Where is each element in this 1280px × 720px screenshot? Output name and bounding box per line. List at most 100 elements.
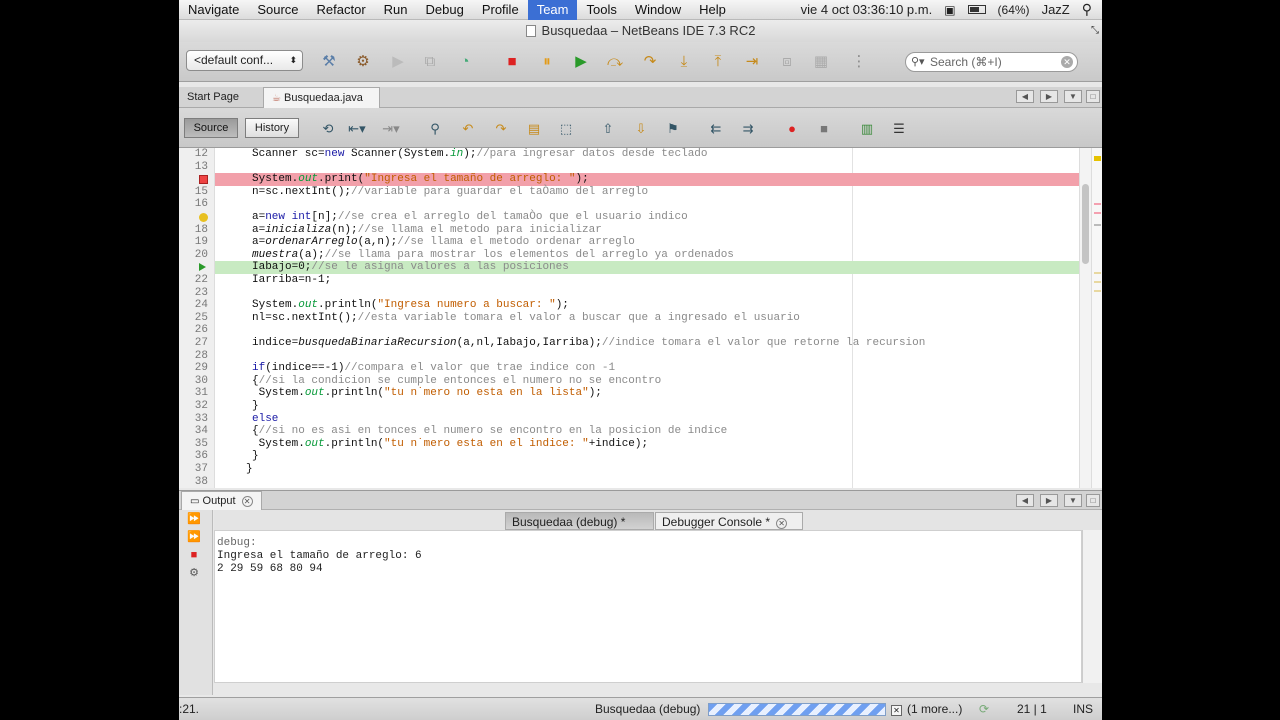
- code-line[interactable]: nl=sc.nextInt();//esta variable tomara e…: [215, 312, 1079, 325]
- scroll-thumb[interactable]: [1082, 184, 1089, 264]
- more-icon[interactable]: ⋮: [848, 50, 870, 72]
- code-line[interactable]: a=inicializa(n);//se llama el metodo par…: [215, 224, 1079, 237]
- shift-left-icon[interactable]: ⇇: [707, 120, 725, 138]
- resize-icon[interactable]: ⤡: [1091, 20, 1099, 42]
- line-number[interactable]: 13: [195, 161, 208, 174]
- code-line[interactable]: }: [215, 450, 1079, 463]
- stripe-mark[interactable]: [1094, 281, 1101, 283]
- code-line[interactable]: Iabajo=0;//se le asigna valores a las po…: [215, 261, 1079, 274]
- line-gutter[interactable]: 12 13 15 16 18 19 20 22 23 24 25 26 27 28 29 30 31 32 33 34…: [179, 148, 215, 488]
- code-line[interactable]: n=sc.nextInt();//variable para guardar e…: [215, 186, 1079, 199]
- code-line[interactable]: [215, 287, 1079, 300]
- calendar-icon[interactable]: ▣: [944, 3, 955, 17]
- search-input[interactable]: ⚲▾ Search (⌘+I) ✕: [905, 52, 1078, 72]
- find-next-icon[interactable]: ↷: [492, 120, 510, 138]
- menu-debug[interactable]: Debug: [417, 0, 473, 20]
- stripe-breakpoint[interactable]: [1094, 212, 1101, 214]
- clean-build-icon[interactable]: ⚒: [318, 50, 340, 72]
- apply-code-changes-icon[interactable]: ⧈: [776, 50, 798, 72]
- hint-bulb-icon[interactable]: [199, 213, 208, 222]
- line-number[interactable]: 34: [195, 425, 208, 438]
- step-into-icon[interactable]: ⤓: [673, 50, 695, 72]
- code-line[interactable]: System.out.println("tu n˙mero esta en el…: [215, 438, 1079, 451]
- stripe-mark[interactable]: [1094, 290, 1101, 292]
- code-line[interactable]: [215, 476, 1079, 488]
- code-line[interactable]: [215, 324, 1079, 337]
- code-line[interactable]: System.out.println("tu n˙mero no esta en…: [215, 387, 1079, 400]
- menu-source[interactable]: Source: [248, 0, 307, 20]
- more-tasks-link[interactable]: (1 more...): [907, 698, 962, 720]
- battery-icon[interactable]: [967, 2, 986, 17]
- scroll-left-icon[interactable]: ◀: [1016, 494, 1034, 507]
- console-scrollbar[interactable]: [1082, 530, 1102, 683]
- editor-scrollbar[interactable]: [1079, 148, 1091, 488]
- show-documents-icon[interactable]: ▼: [1064, 90, 1082, 103]
- profile-icon[interactable]: ◔: [454, 50, 476, 72]
- code-line[interactable]: indice=busquedaBinariaRecursion(a,nl,Iab…: [215, 337, 1079, 350]
- line-number[interactable]: 20: [195, 249, 208, 262]
- line-number[interactable]: 37: [195, 463, 208, 476]
- code-editor[interactable]: 12 13 15 16 18 19 20 22 23 24 25 26 27 28 29 30 31 32 33 34…: [179, 148, 1102, 488]
- take-snapshot-icon[interactable]: ▦: [810, 50, 832, 72]
- user-name[interactable]: JazZ: [1042, 2, 1070, 17]
- step-out-icon[interactable]: ⤒: [707, 50, 729, 72]
- next-bookmark-icon[interactable]: ⇩: [632, 120, 650, 138]
- uncomment-icon[interactable]: ☰: [890, 120, 908, 138]
- build-icon[interactable]: ⚙: [352, 50, 374, 72]
- line-number[interactable]: 12: [195, 148, 208, 161]
- line-number[interactable]: 16: [195, 198, 208, 211]
- code-line[interactable]: else: [215, 413, 1079, 426]
- debug-project-icon[interactable]: ⧉: [419, 50, 441, 72]
- scroll-right-icon[interactable]: ▶: [1040, 494, 1058, 507]
- code-area[interactable]: Scanner sc=new Scanner(System.in);//para…: [215, 148, 1079, 488]
- code-line[interactable]: {//si la condicion se cumple entonces el…: [215, 375, 1079, 388]
- gc-icon[interactable]: ⟳: [979, 698, 989, 720]
- line-number[interactable]: 27: [195, 337, 208, 350]
- stripe-warning[interactable]: [1094, 156, 1101, 161]
- code-line[interactable]: if(indice==-1)//compara el valor que tra…: [215, 362, 1079, 375]
- forward-icon[interactable]: ⇥▾: [382, 120, 400, 138]
- line-number[interactable]: 33: [195, 413, 208, 426]
- code-line[interactable]: }: [215, 463, 1079, 476]
- line-number[interactable]: 35: [195, 438, 208, 451]
- run-icon[interactable]: ▶: [387, 50, 409, 72]
- line-number[interactable]: 19: [195, 236, 208, 249]
- line-number[interactable]: 36: [195, 450, 208, 463]
- line-number[interactable]: 25: [195, 312, 208, 325]
- maximize-icon[interactable]: □: [1086, 494, 1100, 507]
- tab-busquedaa-java[interactable]: ☕ Busquedaa.java✕: [263, 87, 380, 125]
- line-number[interactable]: 18: [195, 224, 208, 237]
- maximize-icon[interactable]: □: [1086, 90, 1100, 103]
- program-counter-icon[interactable]: [199, 263, 206, 272]
- tab-busquedaa-debug[interactable]: Busquedaa (debug) *: [505, 512, 654, 530]
- configuration-select[interactable]: <default conf... ⬍: [186, 50, 303, 71]
- cancel-task-button[interactable]: ✕: [891, 698, 902, 720]
- toggle-highlight-icon[interactable]: ▤: [525, 120, 543, 138]
- menu-navigate[interactable]: Navigate: [179, 0, 248, 20]
- menu-profile[interactable]: Profile: [473, 0, 528, 20]
- code-line[interactable]: }: [215, 400, 1079, 413]
- stripe-mark[interactable]: [1094, 272, 1101, 274]
- back-icon[interactable]: ⇤▾: [348, 120, 366, 138]
- menu-tools[interactable]: Tools: [577, 0, 625, 20]
- close-icon[interactable]: ✕: [776, 518, 788, 529]
- code-line[interactable]: muestra(a);//se llama para mostrar los e…: [215, 249, 1079, 262]
- step-over-icon[interactable]: ↷: [639, 50, 661, 72]
- toggle-selection-icon[interactable]: ⬚: [557, 120, 575, 138]
- stripe-mark[interactable]: [1094, 224, 1101, 226]
- line-number[interactable]: 22: [195, 274, 208, 287]
- comment-icon[interactable]: ▥: [858, 120, 876, 138]
- code-line[interactable]: [215, 161, 1079, 174]
- scroll-left-icon[interactable]: ◀: [1016, 90, 1034, 103]
- clock[interactable]: vie 4 oct 03:36:10 p.m.: [801, 2, 933, 17]
- code-line[interactable]: [215, 198, 1079, 211]
- continue-icon[interactable]: ▶: [570, 50, 592, 72]
- stripe-breakpoint[interactable]: [1094, 203, 1101, 205]
- code-line[interactable]: a=ordenarArreglo(a,n);//se llama el meto…: [215, 236, 1079, 249]
- line-number[interactable]: 28: [195, 350, 208, 363]
- line-number[interactable]: 29: [195, 362, 208, 375]
- line-number[interactable]: 30: [195, 375, 208, 388]
- tab-start-page[interactable]: Start Page✕: [179, 87, 261, 124]
- find-icon[interactable]: ⚲: [426, 120, 444, 138]
- show-documents-icon[interactable]: ▼: [1064, 494, 1082, 507]
